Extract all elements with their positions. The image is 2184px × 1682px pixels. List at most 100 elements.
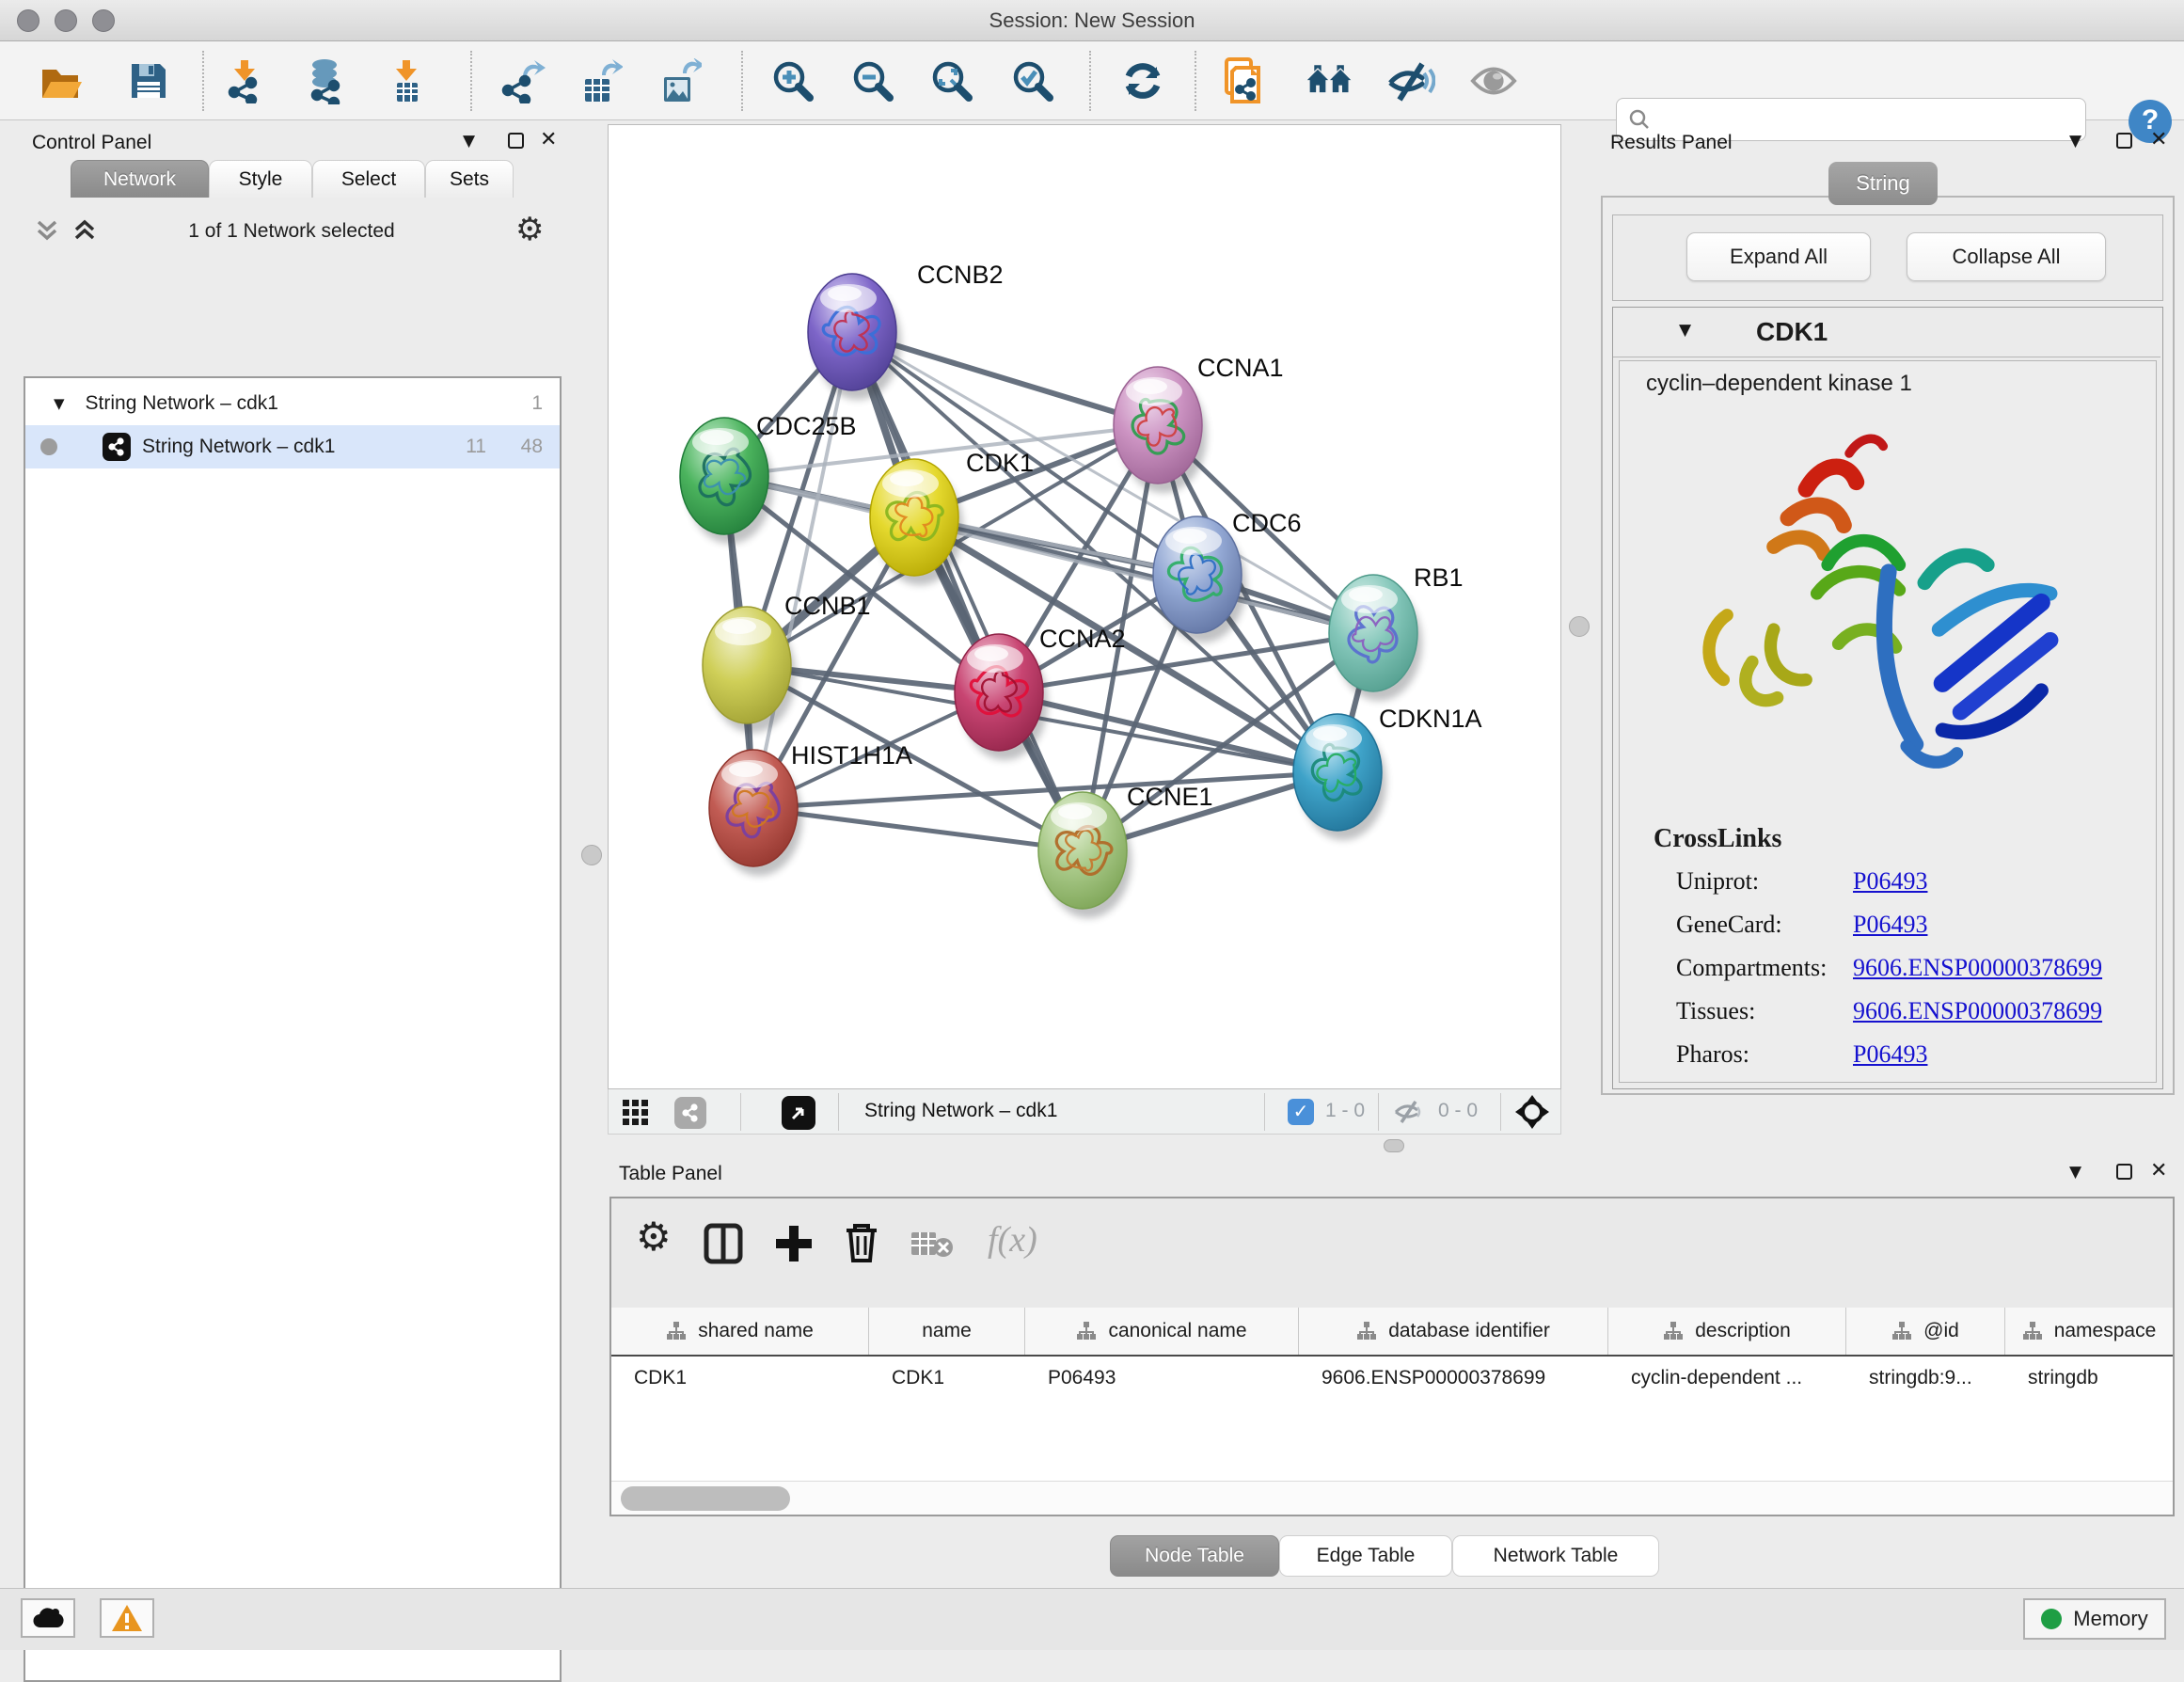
birds-eye-view-icon[interactable] [782,1096,815,1130]
export-image-icon[interactable] [655,56,704,105]
crosslink-link[interactable]: P06493 [1853,911,1927,939]
tab-select[interactable]: Select [312,160,425,198]
network-options-gear-icon[interactable]: ⚙ [515,211,544,248]
table-horizontal-scrollbar [611,1481,2173,1515]
delete-table-icon[interactable] [910,1230,954,1259]
tab-edge-table[interactable]: Edge Table [1279,1535,1452,1577]
table-row[interactable]: CDK1 CDK1 P06493 9606.ENSP00000378699 cy… [611,1357,2173,1400]
show-hidden-icon[interactable] [1469,56,1518,105]
control-panel-close-icon[interactable]: ✕ [540,128,557,151]
import-network-from-database-icon[interactable] [300,56,349,105]
network-canvas[interactable]: CCNB2CCNA1CDC25BCDK1CDC6RB1CCNB1CCNA2CDK… [608,124,1561,1089]
table-panel-title: Table Panel [619,1163,722,1185]
collapse-all-button[interactable]: Collapse All [1907,232,2106,281]
memory-button[interactable]: Memory [2023,1598,2166,1640]
cell-name[interactable]: CDK1 [869,1357,1025,1400]
control-panel-float-icon[interactable] [508,133,524,149]
cell-description[interactable]: cyclin-dependent ... [1608,1357,1846,1400]
column-header-canonical-name[interactable]: canonical name [1025,1308,1299,1355]
network-node-cdk1[interactable]: CDK1 [870,449,1034,585]
network-node-cdc25b[interactable]: CDC25B [680,412,857,544]
export-network-icon[interactable] [499,56,547,105]
cloud-status-button[interactable] [21,1598,75,1638]
expand-all-icon[interactable] [71,218,98,243]
network-node-ccnb1[interactable]: CCNB1 [703,592,871,733]
network-node-ccne1[interactable]: CCNE1 [1038,783,1213,918]
cell-namespace[interactable]: stringdb [2005,1357,2173,1400]
crosslink-link[interactable]: 9606.ENSP00000378699 [1853,997,2102,1025]
network-node-cdkn1a[interactable]: CDKN1A [1293,705,1482,840]
open-session-icon[interactable] [36,56,85,105]
collection-expander-icon[interactable]: ▼ [54,395,65,412]
network-node-ccna1[interactable]: CCNA1 [1114,354,1284,493]
network-edge[interactable] [753,332,852,808]
tab-network-table[interactable]: Network Table [1452,1535,1659,1577]
tab-node-table[interactable]: Node Table [1110,1535,1279,1577]
toggle-columns-icon[interactable] [704,1223,743,1264]
tab-sets[interactable]: Sets [425,160,514,198]
results-panel-float-icon[interactable] [2116,133,2132,149]
save-session-icon[interactable] [124,56,173,105]
table-settings-gear-icon[interactable]: ⚙ [636,1214,672,1260]
cell-database-identifier[interactable]: 9606.ENSP00000378699 [1299,1357,1608,1400]
network-node-cdc6[interactable]: CDC6 [1153,509,1302,643]
add-column-icon[interactable] [773,1223,815,1264]
column-header-description[interactable]: description [1608,1308,1846,1355]
cell-id[interactable]: stringdb:9... [1846,1357,2005,1400]
network-node-hist1h1a[interactable]: HIST1H1A [709,741,912,876]
tab-string[interactable]: String [1828,162,1938,205]
results-panel-title: Results Panel [1610,132,1733,154]
column-header-namespace[interactable]: namespace [2005,1308,2173,1355]
warnings-button[interactable] [100,1598,154,1638]
zoom-out-icon[interactable] [848,56,897,105]
node-label: CCNB2 [917,261,1004,289]
cell-shared-name[interactable]: CDK1 [611,1357,869,1400]
network-collection-row[interactable]: ▼ String Network – cdk1 1 [25,382,560,425]
app-window: Session: New Session [0,0,2184,1650]
column-header-name[interactable]: name [869,1308,1025,1355]
column-header-database-identifier[interactable]: database identifier [1299,1308,1608,1355]
tab-style[interactable]: Style [209,160,312,198]
tab-network[interactable]: Network [71,160,209,198]
import-network-from-file-icon[interactable] [220,56,269,105]
network-edge[interactable] [753,808,1083,850]
table-panel-float-icon[interactable] [2116,1164,2132,1180]
hide-selected-icon[interactable] [1386,56,1435,105]
network-view-type-icon[interactable] [674,1097,706,1129]
zoom-fit-icon[interactable] [927,56,976,105]
import-table-from-file-icon[interactable] [382,56,431,105]
scrollbar-thumb[interactable] [621,1486,790,1511]
function-builder-icon[interactable]: f(x) [988,1219,1037,1261]
column-header-id[interactable]: @id [1846,1308,2005,1355]
grid-view-icon[interactable] [622,1099,650,1127]
selected-items-checkbox-icon[interactable]: ✓ [1288,1099,1314,1125]
delete-column-icon[interactable] [843,1221,880,1264]
first-neighbors-icon[interactable] [1306,56,1354,105]
export-table-icon[interactable] [576,56,625,105]
zoom-in-icon[interactable] [768,56,817,105]
crosslink-link[interactable]: P06493 [1853,867,1927,896]
control-panel-menu-icon[interactable]: ▼ [463,132,475,151]
results-panel-menu-icon[interactable]: ▼ [2069,132,2081,151]
network-edge[interactable] [852,332,1083,850]
network-row[interactable]: String Network – cdk1 11 48 [25,425,560,468]
crosslink-link[interactable]: 9606.ENSP00000378699 [1853,954,2102,982]
refresh-icon[interactable] [1118,56,1167,105]
results-panel-close-icon[interactable]: ✕ [2150,128,2167,151]
collapse-all-icon[interactable] [34,218,60,243]
bottom-splitter-handle[interactable] [1384,1139,1404,1152]
crosslinks-list: Uniprot:P06493 GeneCard:P06493 Compartme… [1676,867,1827,1084]
table-panel-close-icon[interactable]: ✕ [2150,1159,2167,1182]
table-panel-menu-icon[interactable]: ▼ [2069,1163,2081,1182]
left-splitter-handle[interactable] [581,845,602,865]
cell-canonical-name[interactable]: P06493 [1025,1357,1299,1400]
expand-all-button[interactable]: Expand All [1686,232,1871,281]
clone-network-icon[interactable] [1223,56,1272,105]
section-expander-icon[interactable]: ▼ [1679,321,1691,340]
network-node-rb1[interactable]: RB1 [1329,563,1464,701]
right-splitter-handle[interactable] [1569,616,1590,637]
crosslink-link[interactable]: P06493 [1853,1040,1927,1069]
pan-mode-icon[interactable] [1515,1095,1549,1129]
zoom-selected-icon[interactable] [1008,56,1057,105]
column-header-shared-name[interactable]: shared name [611,1308,869,1355]
